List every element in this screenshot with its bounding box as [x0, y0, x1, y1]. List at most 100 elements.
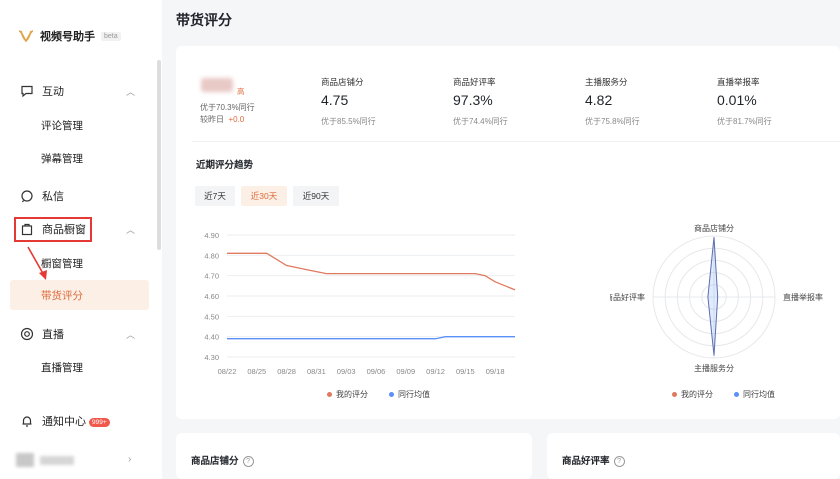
blurred-score — [201, 78, 233, 92]
sidebar-item-label: 互动 — [42, 86, 64, 98]
y-tick-label: 4.90 — [204, 231, 219, 240]
sidebar-item-messages[interactable]: 私信 — [0, 183, 162, 209]
user-name — [40, 456, 74, 465]
card-title: 商品店铺分? — [191, 453, 254, 467]
metric-value: 97.3% — [453, 92, 493, 108]
y-tick-label: 4.50 — [204, 312, 219, 321]
metric-value: 4.82 — [585, 92, 613, 108]
sidebar-item-label: 私信 — [42, 191, 64, 203]
info-icon[interactable]: ? — [242, 455, 254, 467]
x-tick-label: 09/18 — [486, 367, 505, 376]
peer-rank: 优于70.3%同行 — [200, 103, 255, 112]
legend-label: 同行均值 — [398, 390, 430, 399]
sidebar-item-showcase-manage[interactable]: 橱窗管理 — [0, 248, 150, 278]
sidebar-item-label: 直播管理 — [41, 361, 83, 374]
my-score-line — [227, 252, 516, 291]
page-title: 带货评分 — [176, 12, 232, 28]
x-tick-label: 09/15 — [456, 367, 475, 376]
sidebar-item-label: 直播 — [42, 329, 64, 341]
range-90d-button[interactable]: 近90天 — [293, 186, 339, 206]
chat-bubble-icon — [21, 85, 33, 98]
legend-dot — [734, 392, 739, 397]
chevron-up-icon[interactable]: ︿ — [126, 223, 135, 236]
legend-label: 我的评分 — [681, 390, 713, 399]
radar-legend-peer[interactable]: 同行均值 — [734, 389, 775, 400]
y-tick-label: 4.60 — [204, 292, 219, 301]
notification-label: 通知中心 999+ — [42, 413, 110, 429]
line-legend-peer[interactable]: 同行均值 — [389, 389, 430, 400]
metric-title: 商品好评率 — [453, 77, 496, 87]
legend-label: 同行均值 — [743, 390, 775, 399]
x-tick-label: 09/12 — [426, 367, 445, 376]
radar-axis-label: 商品店铺分 — [694, 223, 734, 233]
avatar[interactable] — [16, 453, 34, 467]
y-tick-label: 4.70 — [204, 272, 219, 281]
card-title: 商品好评率? — [562, 453, 625, 467]
level-label: 高 — [237, 87, 245, 96]
score-radar-chart: 商品店铺分直播举报率主播服务分 商品好评率 — [610, 223, 823, 373]
beta-badge: beta — [101, 31, 121, 41]
sidebar-item-interaction[interactable]: 互动 ︿ — [0, 78, 162, 104]
legend-dot — [327, 392, 332, 397]
app-logo-icon — [18, 30, 34, 42]
notification-text: 通知中心 — [42, 416, 86, 428]
chevron-up-icon[interactable]: ︿ — [126, 328, 135, 341]
y-tick-label: 4.30 — [204, 353, 219, 362]
message-icon — [21, 190, 33, 203]
live-icon — [20, 327, 34, 341]
sidebar-item-sales-score[interactable]: 带货评分 — [10, 280, 149, 310]
radar-axis-label: 主播服务分 — [694, 363, 734, 373]
vs-yesterday-value: +0.0 — [228, 115, 245, 124]
y-tick-label: 4.80 — [204, 251, 219, 260]
radar-legend-mine[interactable]: 我的评分 — [672, 389, 713, 400]
metric-good-rate: 商品好评率 97.3% 优于74.4%同行 — [453, 76, 508, 127]
card-title-text: 商品好评率 — [562, 456, 610, 467]
radar-axis-label: 直播举报率 — [783, 292, 823, 302]
vs-yesterday-label: 较昨日 — [200, 115, 224, 124]
x-tick-label: 08/25 — [247, 367, 266, 376]
metric-report-rate: 直播举报率 0.01% 优于81.7%同行 — [717, 76, 772, 127]
sidebar-item-comments[interactable]: 评论管理 — [0, 110, 150, 140]
radar-area — [707, 237, 719, 356]
sidebar-item-label: 橱窗管理 — [41, 257, 83, 270]
sidebar: 视频号助手 beta 互动 ︿ 评论管理 弹幕管理 私信 商品橱窗 ︿ 橱窗管理… — [0, 0, 162, 479]
highlight-box — [14, 217, 92, 242]
info-icon[interactable]: ? — [613, 455, 625, 467]
card-title-text: 商品店铺分 — [191, 456, 239, 467]
metric-sub: 优于85.5%同行 — [321, 117, 376, 126]
metric-sub: 优于74.4%同行 — [453, 117, 508, 126]
brand[interactable]: 视频号助手 beta — [18, 28, 121, 44]
x-tick-label: 08/28 — [277, 367, 296, 376]
radar-axis-label: 商品好评率 — [610, 292, 645, 302]
trend-title: 近期评分趋势 — [196, 160, 254, 171]
metric-value: 0.01% — [717, 92, 757, 108]
metric-title: 主播服务分 — [585, 77, 628, 87]
range-30d-button[interactable]: 近30天 — [241, 186, 287, 206]
sidebar-item-live[interactable]: 直播 ︿ — [0, 321, 162, 347]
x-tick-label: 08/22 — [218, 367, 237, 376]
notification-center[interactable]: 通知中心 999+ — [0, 408, 162, 434]
metric-title: 商品店铺分 — [321, 77, 364, 87]
x-tick-label: 09/09 — [396, 367, 415, 376]
metric-host-service: 主播服务分 4.82 优于75.8%同行 — [585, 76, 640, 127]
store-score-card: 商品店铺分? — [176, 433, 532, 479]
sidebar-item-live-manage[interactable]: 直播管理 — [0, 352, 150, 382]
legend-dot — [672, 392, 677, 397]
metric-sub: 优于75.8%同行 — [585, 117, 640, 126]
chevron-right-icon[interactable]: › — [128, 454, 131, 465]
sidebar-item-label: 带货评分 — [41, 289, 83, 302]
metric-title: 直播举报率 — [717, 77, 760, 87]
bell-icon — [22, 416, 32, 427]
chevron-up-icon[interactable]: ︿ — [126, 85, 135, 98]
app-name: 视频号助手 — [40, 31, 95, 43]
legend-label: 我的评分 — [336, 390, 368, 399]
legend-dot — [389, 392, 394, 397]
x-tick-label: 08/31 — [307, 367, 326, 376]
score-trend-line-chart: 4.90 4.80 4.70 4.60 4.50 4.40 4.30 08/22 08/25 08… — [204, 231, 516, 376]
line-legend-mine[interactable]: 我的评分 — [327, 389, 368, 400]
range-7d-button[interactable]: 近7天 — [195, 186, 235, 206]
notification-badge: 999+ — [89, 417, 110, 427]
x-tick-label: 09/03 — [337, 367, 356, 376]
sidebar-item-danmaku[interactable]: 弹幕管理 — [0, 143, 150, 173]
sidebar-scrollbar[interactable] — [157, 60, 161, 250]
